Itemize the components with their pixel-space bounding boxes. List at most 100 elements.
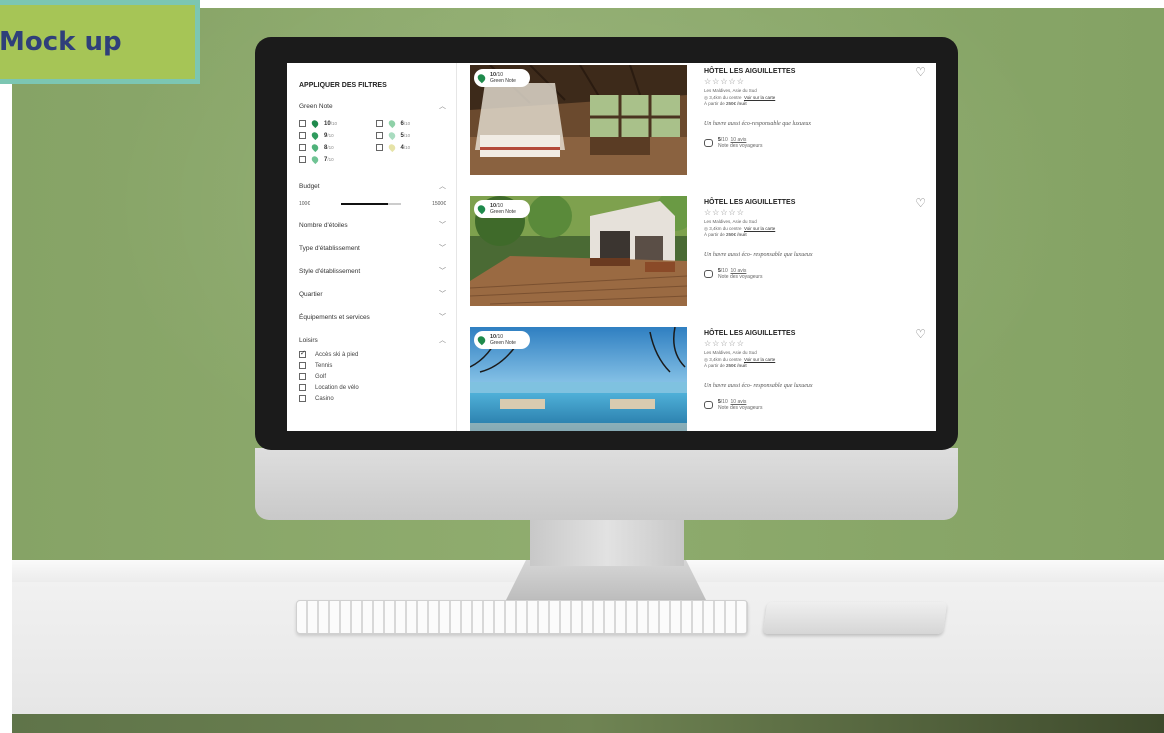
green-note-option[interactable]: 8/10: [299, 142, 370, 153]
traveler-rating: 5/10 10 avis Note des voyageurs: [704, 268, 924, 280]
hotel-price: 250€ /nuit: [726, 363, 747, 368]
chevron-down-icon: ﹀: [439, 222, 446, 229]
hotel-location: Les Maldives, Asie du Sud ◎ 3,4km du cen…: [704, 350, 924, 370]
hotel-name[interactable]: HÔTEL LES AIGUILLETTES: [704, 199, 924, 206]
green-note-options: 10/10 6/10 9/10 5/10 8/10 4/10 7/10: [299, 118, 447, 165]
leisure-option[interactable]: Tennis: [299, 362, 446, 369]
leisure-option[interactable]: Casino: [299, 395, 446, 402]
mockup-badge-label: Mock up: [0, 27, 122, 57]
green-note-option[interactable]: 6/10: [375, 118, 447, 129]
checkbox[interactable]: [299, 384, 306, 391]
hotel-photo-pool[interactable]: 10/10 Green Note: [470, 327, 687, 431]
chat-bubble-icon: [704, 269, 713, 278]
monitor-stand-neck: [530, 520, 684, 566]
green-note-suffix: /10: [327, 157, 334, 162]
green-note-value: 10: [324, 120, 331, 127]
hotel-region: Les Maldives, Asie du Sud: [704, 88, 757, 93]
filter-section-header[interactable]: Nombre d'étoiles ﹀: [299, 220, 446, 230]
hotel-tagline: Un havre aussi éco-responsable que luxue…: [704, 120, 812, 127]
filter-section-label: Quartier: [299, 290, 323, 298]
map-link[interactable]: Voir sur la carte: [744, 226, 775, 231]
map-link[interactable]: Voir sur la carte: [744, 95, 775, 100]
hotel-distance: 3,4km du centre: [709, 356, 742, 362]
green-note-badge: 10/10 Green Note: [474, 200, 530, 218]
hotel-name[interactable]: HÔTEL LES AIGUILLETTES: [704, 68, 924, 75]
green-note-option[interactable]: 4/10: [375, 142, 447, 153]
green-note-option[interactable]: 10/10: [299, 118, 370, 129]
checkbox[interactable]: [299, 373, 306, 380]
green-note-option[interactable]: 5/10: [375, 130, 447, 141]
monitor-screen: APPLIQUER DES FILTRES Green Note ︿ 10/10…: [287, 63, 936, 431]
checkbox[interactable]: [299, 395, 306, 402]
checkbox[interactable]: [299, 156, 306, 163]
filter-section-header[interactable]: Style d'établissement ﹀: [299, 266, 446, 276]
green-note-suffix: /10: [327, 133, 334, 138]
checkbox[interactable]: [299, 144, 306, 151]
price-prefix: À partir de: [704, 363, 727, 368]
filter-section-label: Équipements et services: [299, 313, 370, 321]
hotel-card[interactable]: 10/10 Green Note HÔTEL LES AIGUILLETTES ☆…: [470, 65, 936, 175]
green-note-suffix: /10: [403, 121, 411, 126]
filter-section-header[interactable]: Quartier ﹀: [299, 289, 446, 299]
green-note-header[interactable]: Green Note ︿: [299, 101, 446, 111]
leisure-header[interactable]: Loisirs ︿: [299, 335, 446, 345]
filter-section-header[interactable]: Type d'établissement ﹀: [299, 243, 446, 253]
filter-section-header[interactable]: Équipements et services ﹀: [299, 312, 446, 322]
chevron-up-icon: ︿: [439, 183, 446, 190]
star-rating: ☆☆☆☆☆: [704, 208, 745, 217]
map-pin-icon: [310, 154, 320, 165]
checkbox[interactable]: [299, 132, 306, 139]
chevron-down-icon: ﹀: [439, 245, 446, 252]
leisure-options: Accès ski à pied Tennis Golf Location de vé…: [299, 349, 446, 402]
green-note-label: Green Note: [299, 102, 333, 110]
badge-label: Green Note: [490, 78, 516, 84]
leisure-option-label: Golf: [315, 373, 327, 380]
heart-icon[interactable]: ♡: [915, 196, 926, 210]
leisure-option[interactable]: Location de vélo: [299, 384, 446, 391]
budget-slider-fill: [341, 203, 388, 205]
rating-label: Note des voyageurs: [718, 404, 763, 411]
price-prefix: À partir de: [704, 232, 727, 237]
map-link[interactable]: Voir sur la carte: [744, 357, 775, 362]
badge-label: Green Note: [490, 209, 516, 215]
leisure-option[interactable]: Golf: [299, 373, 446, 380]
checkbox[interactable]: [299, 362, 306, 369]
star-rating: ☆☆☆☆☆: [704, 77, 745, 86]
hotel-name[interactable]: HÔTEL LES AIGUILLETTES: [704, 330, 924, 337]
hotel-card[interactable]: 10/10 Green Note HÔTEL LES AIGUILLETTES ☆…: [470, 196, 936, 306]
map-pin-icon: [310, 118, 320, 129]
leisure-option-label: Tennis: [315, 362, 333, 369]
hotel-info: HÔTEL LES AIGUILLETTES ☆☆☆☆☆ Les Maldive…: [704, 327, 924, 411]
checkbox[interactable]: [299, 120, 306, 127]
map-pin-icon: [386, 130, 397, 141]
checkbox[interactable]: [375, 144, 383, 151]
leisure-option-label: Accès ski à pied: [315, 351, 359, 358]
green-note-suffix: /10: [403, 145, 411, 150]
checkbox[interactable]: [375, 132, 383, 139]
budget-max: 1500€: [432, 201, 446, 207]
leisure-label: Loisirs: [299, 336, 318, 344]
green-note-badge: 10/10 Green Note: [474, 331, 530, 349]
hotel-photo-terrace[interactable]: 10/10 Green Note: [470, 196, 687, 306]
heart-icon[interactable]: ♡: [915, 65, 926, 79]
rating-label: Note des voyageurs: [718, 273, 763, 280]
checkbox[interactable]: [299, 349, 306, 358]
monitor-chin: [255, 448, 958, 520]
hotel-location: Les Maldives, Asie du Sud ◎ 3,4km du cen…: [704, 219, 924, 239]
badge-label: Green Note: [490, 340, 516, 346]
checkbox[interactable]: [375, 120, 383, 127]
map-pin-icon: [386, 142, 397, 153]
map-pin-icon: [476, 203, 487, 215]
leisure-option[interactable]: Accès ski à pied: [299, 349, 446, 358]
hotel-price: 250€ /nuit: [726, 101, 747, 106]
map-pin-icon: [386, 118, 397, 129]
hotel-photo-bedroom[interactable]: 10/10 Green Note: [470, 65, 687, 175]
green-note-option[interactable]: 9/10: [299, 130, 370, 141]
traveler-rating: 5/10 10 avis Note des voyageurs: [704, 399, 924, 411]
heart-icon[interactable]: ♡: [915, 327, 926, 341]
budget-slider[interactable]: [341, 203, 402, 205]
budget-header[interactable]: Budget ︿: [299, 181, 446, 191]
hotel-card[interactable]: 10/10 Green Note HÔTEL LES AIGUILLETTES ☆…: [470, 327, 936, 431]
keyboard: [296, 600, 748, 634]
green-note-option[interactable]: 7/10: [299, 154, 370, 165]
